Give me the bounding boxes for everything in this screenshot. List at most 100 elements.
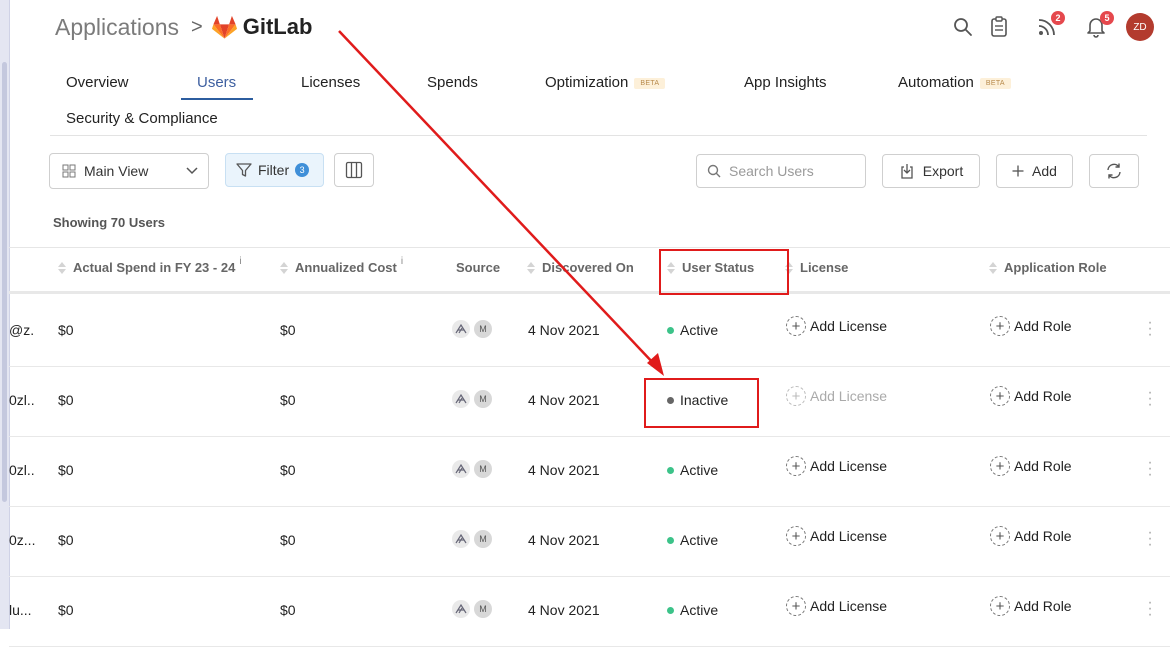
tab-users[interactable]: Users: [197, 74, 236, 91]
more-options-icon[interactable]: · · ·: [1146, 315, 1154, 343]
add-role-label: Add Role: [1014, 318, 1072, 334]
add-license-button[interactable]: + Add License: [786, 526, 887, 546]
add-role-button[interactable]: + Add Role: [990, 456, 1072, 476]
more-options-icon[interactable]: · · ·: [1146, 385, 1154, 413]
table-row[interactable]: @z... $0 $0 M 4 Nov 2021 Active + Add Li…: [9, 296, 1170, 367]
column-header-source[interactable]: Source: [456, 260, 500, 275]
user-email[interactable]: 0zl...: [9, 462, 35, 478]
annualized-cost-value: $0: [280, 462, 296, 478]
add-role-label: Add Role: [1014, 458, 1072, 474]
table-row[interactable]: 0z... $0 $0 M 4 Nov 2021 Active + Add Li…: [9, 506, 1170, 577]
bell-icon[interactable]: 5: [1082, 11, 1114, 41]
columns-icon: [345, 161, 363, 179]
source-icons: M: [452, 390, 492, 408]
filter-icon: [236, 163, 252, 177]
add-role-label: Add Role: [1014, 388, 1072, 404]
tab-licenses[interactable]: Licenses: [301, 74, 360, 91]
search-icon[interactable]: [949, 13, 977, 41]
integration-source-icon: [452, 600, 470, 618]
tab-app-insights[interactable]: App Insights: [744, 74, 827, 91]
sort-icon: [280, 261, 288, 274]
table-row[interactable]: 0zl... $0 $0 M 4 Nov 2021 Inactive + Add…: [9, 366, 1170, 437]
export-label: Export: [922, 163, 964, 179]
feed-icon[interactable]: 2: [1033, 11, 1065, 41]
user-email[interactable]: 0z...: [9, 532, 35, 548]
annualized-cost-value: $0: [280, 532, 296, 548]
add-license-label: Add License: [810, 528, 888, 544]
column-header-application-role[interactable]: Application Role: [989, 260, 1107, 275]
source-icons: M: [452, 530, 492, 548]
integration-source-icon: [452, 460, 470, 478]
column-header-annualized-cost[interactable]: Annualized Cost i: [280, 256, 403, 275]
app-title: GitLab: [242, 14, 313, 39]
discovered-on-value: 4 Nov 2021: [528, 462, 600, 478]
table-row[interactable]: lu... $0 $0 M 4 Nov 2021 Active + Add Li…: [9, 576, 1170, 647]
column-header-actual-spend[interactable]: Actual Spend in FY 23 - 24 i: [58, 256, 242, 275]
avatar[interactable]: ZD: [1126, 13, 1154, 41]
breadcrumb-root[interactable]: Applications: [55, 14, 179, 41]
add-circle-icon: +: [990, 316, 1010, 336]
search-box[interactable]: [696, 154, 866, 188]
discovered-on-value: 4 Nov 2021: [528, 322, 600, 338]
manual-source-icon: M: [474, 530, 492, 548]
info-icon[interactable]: i: [239, 256, 241, 267]
add-license-button[interactable]: + Add License: [786, 316, 887, 336]
export-button[interactable]: Export: [882, 154, 980, 188]
tab-automation[interactable]: Automation BETA: [898, 74, 1011, 91]
add-role-label: Add Role: [1014, 528, 1072, 544]
info-icon[interactable]: i: [401, 256, 403, 267]
user-email[interactable]: lu...: [9, 602, 35, 618]
integration-source-icon: [452, 320, 470, 338]
manual-source-icon: M: [474, 460, 492, 478]
column-header-label: Annualized Cost: [295, 260, 397, 275]
more-options-icon[interactable]: · · ·: [1146, 455, 1154, 483]
user-status: Active: [667, 322, 718, 338]
column-header-discovered-on[interactable]: Discovered On: [527, 260, 634, 275]
more-options-icon[interactable]: · · ·: [1146, 595, 1154, 623]
view-select[interactable]: Main View: [49, 153, 209, 189]
add-license-button[interactable]: + Add License: [786, 386, 887, 406]
filter-button[interactable]: Filter 3: [225, 153, 324, 187]
actual-spend-value: $0: [58, 462, 74, 478]
clipboard-icon[interactable]: [985, 13, 1013, 41]
table-header-top-border: [9, 247, 1170, 248]
actual-spend-value: $0: [58, 322, 74, 338]
add-role-button[interactable]: + Add Role: [990, 526, 1072, 546]
user-email[interactable]: @z...: [9, 322, 35, 338]
user-status-label: Active: [680, 462, 719, 478]
tab-optimization[interactable]: Optimization BETA: [545, 74, 666, 91]
status-dot-icon: [667, 606, 674, 614]
add-license-label: Add License: [810, 318, 888, 334]
tab-overview[interactable]: Overview: [66, 74, 129, 91]
add-license-button[interactable]: + Add License: [786, 596, 887, 616]
gitlab-logo-icon: [211, 15, 237, 39]
filter-label: Filter: [258, 162, 290, 178]
add-license-button[interactable]: + Add License: [786, 456, 887, 476]
tab-security-compliance[interactable]: Security & Compliance: [66, 110, 218, 127]
add-button[interactable]: Add: [996, 154, 1073, 188]
view-select-label: Main View: [84, 163, 149, 179]
scrollbar-thumb[interactable]: [2, 62, 7, 502]
user-status: Active: [667, 462, 718, 478]
columns-button[interactable]: [334, 153, 374, 187]
add-license-label: Add License: [810, 458, 888, 474]
grid-icon: [62, 164, 76, 178]
add-circle-icon: +: [990, 596, 1010, 616]
feed-badge: 2: [1051, 11, 1065, 25]
add-role-button[interactable]: + Add Role: [990, 596, 1072, 616]
user-email[interactable]: 0zl...: [9, 392, 35, 408]
more-options-icon[interactable]: · · ·: [1146, 525, 1154, 553]
tab-automation-label: Automation: [898, 74, 974, 91]
refresh-button[interactable]: [1089, 154, 1139, 188]
table-row[interactable]: 0zl... $0 $0 M 4 Nov 2021 Active + Add L…: [9, 436, 1170, 507]
tab-spends[interactable]: Spends: [427, 74, 478, 91]
column-header-license[interactable]: License: [785, 260, 848, 275]
add-role-button[interactable]: + Add Role: [990, 386, 1072, 406]
actual-spend-value: $0: [58, 602, 74, 618]
search-input[interactable]: [727, 162, 861, 180]
add-circle-icon: +: [786, 316, 806, 336]
add-role-button[interactable]: + Add Role: [990, 316, 1072, 336]
tabs-divider: [50, 135, 1147, 136]
add-license-label: Add License: [810, 598, 888, 614]
column-header-label: Actual Spend in FY 23 - 24: [73, 260, 236, 275]
